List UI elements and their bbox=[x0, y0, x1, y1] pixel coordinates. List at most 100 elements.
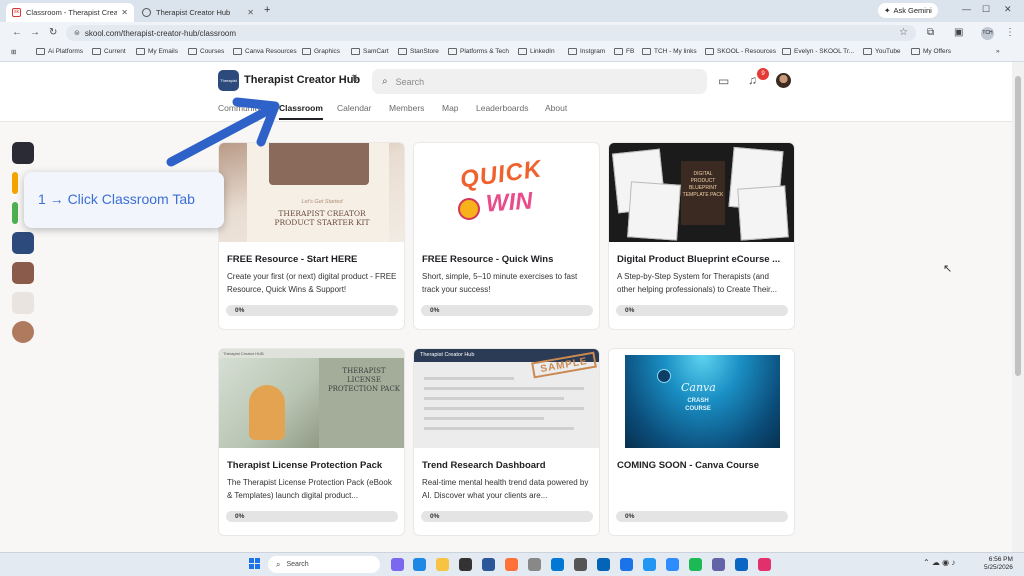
reload-icon[interactable]: ↻ bbox=[49, 27, 57, 38]
close-tab-icon[interactable]: ✕ bbox=[121, 8, 128, 17]
tab-calendar[interactable]: Calendar bbox=[337, 103, 372, 113]
browser-tab-classroom[interactable]: sk Classroom - Therapist Creator Hub ✕ bbox=[6, 3, 134, 22]
tab-classroom[interactable]: Classroom bbox=[279, 103, 323, 120]
forward-icon[interactable]: → bbox=[30, 27, 40, 38]
folder-icon bbox=[188, 48, 197, 55]
group-name[interactable]: Therapist Creator Hub bbox=[244, 74, 360, 86]
group-icon[interactable] bbox=[12, 321, 34, 343]
word-icon[interactable] bbox=[482, 558, 495, 571]
ask-gemini-button[interactable]: ✦ Ask Gemini bbox=[878, 3, 938, 18]
outlook-icon[interactable] bbox=[597, 558, 610, 571]
group-icon[interactable] bbox=[12, 202, 18, 224]
maximize-icon[interactable]: ☐ bbox=[982, 4, 990, 15]
bookmark-folder[interactable]: SamCart bbox=[351, 48, 389, 55]
group-switcher-icon[interactable]: ⇅ bbox=[351, 73, 359, 84]
app-icon[interactable] bbox=[574, 558, 587, 571]
folder-icon bbox=[233, 48, 242, 55]
bookmark-folder[interactable]: Evelyn - SKOOL Tr... bbox=[782, 48, 854, 55]
spotify-icon[interactable] bbox=[689, 558, 702, 571]
tab-leaderboards[interactable]: Leaderboards bbox=[476, 103, 528, 113]
scrollbar-thumb[interactable] bbox=[1015, 76, 1021, 376]
close-tab-icon[interactable]: ✕ bbox=[247, 8, 254, 17]
folder-icon bbox=[136, 48, 145, 55]
bookmark-folder[interactable]: FB bbox=[614, 48, 634, 55]
zoom-icon[interactable] bbox=[666, 558, 679, 571]
page-scrollbar[interactable] bbox=[1012, 62, 1024, 552]
group-icon[interactable] bbox=[12, 172, 18, 194]
bookmark-folder[interactable]: Graphics bbox=[302, 48, 340, 55]
firefox-icon[interactable] bbox=[505, 558, 518, 571]
app-icon[interactable] bbox=[643, 558, 656, 571]
split-view-icon[interactable]: ▣ bbox=[954, 27, 963, 38]
back-icon[interactable]: ← bbox=[12, 27, 22, 38]
user-avatar[interactable] bbox=[776, 73, 791, 88]
address-bar[interactable]: ⊜ skool.com/therapist-creator-hub/classr… bbox=[66, 25, 916, 41]
bookmark-folder[interactable]: Canva Resources bbox=[233, 48, 297, 55]
profile-avatar[interactable]: TCH bbox=[981, 27, 994, 40]
group-icon[interactable] bbox=[12, 292, 34, 314]
close-window-icon[interactable]: ✕ bbox=[1004, 4, 1012, 15]
bookmark-folder[interactable]: Platforms & Tech bbox=[448, 48, 509, 55]
course-card[interactable]: Therapist Creator HUB THERAPIST LICENSE … bbox=[218, 348, 405, 536]
task-view-icon[interactable] bbox=[413, 558, 426, 571]
course-card[interactable]: Let's Get Started THERAPIST CREATOR PROD… bbox=[218, 142, 405, 330]
bookmark-folder[interactable]: TCH - My links bbox=[642, 48, 697, 55]
taskbar-search[interactable]: ⌕ Search bbox=[268, 556, 380, 573]
menu-dots-icon[interactable]: ⋮ bbox=[1005, 27, 1015, 38]
tab-map[interactable]: Map bbox=[442, 103, 459, 113]
bookmark-folder[interactable]: Current bbox=[92, 48, 126, 55]
thumbnail-title: THERAPIST LICENSE PROTECTION PACK bbox=[327, 367, 401, 393]
file-explorer-icon[interactable] bbox=[436, 558, 449, 571]
course-card[interactable]: QUICK WIN FREE Resource - Quick Wins Sho… bbox=[413, 142, 600, 330]
bookmark-label: My Offers bbox=[923, 48, 952, 55]
system-tray-icons[interactable]: ⌃ ☁ ◉ ♪ bbox=[923, 558, 955, 567]
teams-icon[interactable] bbox=[712, 558, 725, 571]
folder-icon bbox=[398, 48, 407, 55]
bookmark-folder[interactable]: SKOOL - Resources bbox=[705, 48, 776, 55]
progress-label: 0% bbox=[430, 512, 440, 520]
chat-icon[interactable]: ▭ bbox=[718, 74, 729, 88]
bookmark-star-icon[interactable]: ☆ bbox=[899, 27, 908, 38]
group-logo[interactable]: Therapist Creator Hub bbox=[218, 70, 239, 125]
minimize-icon[interactable]: — bbox=[962, 4, 971, 14]
apps-grid-icon[interactable]: ⊞ bbox=[11, 48, 16, 56]
more-bookmarks-icon[interactable]: » bbox=[996, 48, 1000, 55]
course-progress: 0% bbox=[616, 305, 788, 316]
calculator-icon[interactable] bbox=[528, 558, 541, 571]
tab-members[interactable]: Members bbox=[389, 103, 424, 113]
browser-tab-title: Classroom - Therapist Creator Hub bbox=[26, 8, 118, 17]
copilot-icon[interactable] bbox=[391, 558, 404, 571]
bookmark-folder[interactable]: YouTube bbox=[863, 48, 901, 55]
tab-about[interactable]: About bbox=[545, 103, 567, 113]
app-icon[interactable] bbox=[758, 558, 771, 571]
app-icon[interactable] bbox=[551, 558, 564, 571]
search-input[interactable]: ⌕ Search bbox=[372, 69, 707, 94]
bookmark-folder[interactable]: Courses bbox=[188, 48, 224, 55]
windows-start-icon[interactable] bbox=[249, 558, 261, 570]
folder-icon bbox=[568, 48, 577, 55]
course-progress: 0% bbox=[616, 511, 788, 522]
bookmark-folder[interactable]: My Emails bbox=[136, 48, 178, 55]
bookmark-folder[interactable]: Instgram bbox=[568, 48, 605, 55]
course-card[interactable]: DIGITAL PRODUCT BLUEPRINT TEMPLATE PACK … bbox=[608, 142, 795, 330]
chrome-icon[interactable] bbox=[620, 558, 633, 571]
bookmark-folder[interactable]: LinkedIn bbox=[518, 48, 555, 55]
bookmark-folder[interactable]: Ai Platforms bbox=[36, 48, 83, 55]
course-card[interactable]: Therapist Creator Hub SAMPLE Trend Resea… bbox=[413, 348, 600, 536]
system-clock[interactable]: 6:56 PM 5/25/2026 bbox=[984, 556, 1013, 572]
browser-tab-hub[interactable]: Therapist Creator Hub ✕ bbox=[136, 3, 260, 22]
store-icon[interactable] bbox=[459, 558, 472, 571]
group-icon[interactable] bbox=[12, 262, 34, 284]
site-info-icon[interactable]: ⊜ bbox=[74, 29, 80, 37]
group-icon-tch[interactable] bbox=[12, 232, 34, 254]
course-card[interactable]: Canva CRASH COURSE COMING SOON - Canva C… bbox=[608, 348, 795, 536]
new-tab-button[interactable]: + bbox=[264, 4, 270, 16]
bell-icon[interactable]: ♫ bbox=[748, 73, 757, 87]
bookmark-folder[interactable]: StanStore bbox=[398, 48, 439, 55]
extensions-icon[interactable]: ⧉ bbox=[927, 27, 934, 38]
group-icon-cc[interactable] bbox=[12, 142, 34, 164]
edge-icon[interactable] bbox=[735, 558, 748, 571]
folder-icon bbox=[782, 48, 791, 55]
folder-icon bbox=[863, 48, 872, 55]
bookmark-folder[interactable]: My Offers bbox=[911, 48, 951, 55]
